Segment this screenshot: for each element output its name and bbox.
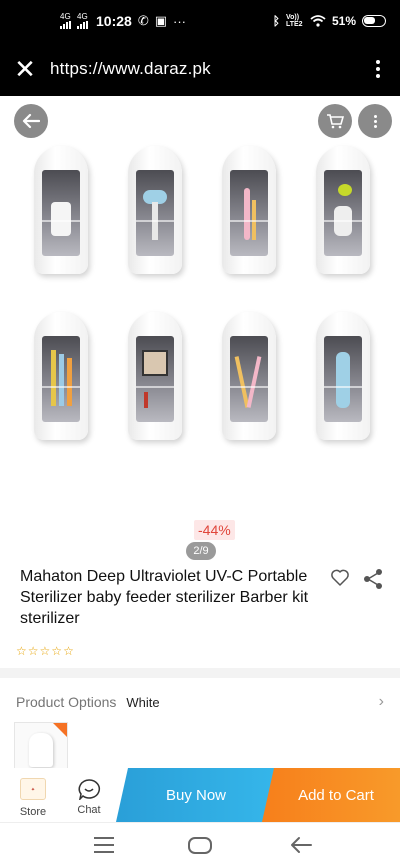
notification-icon: ▣ [154, 13, 168, 28]
chat-label: Chat [77, 804, 101, 816]
product-options-label: Product Options [16, 694, 117, 710]
bluetooth-icon: ᛒ [272, 14, 280, 28]
network-type-1: 4G [60, 12, 71, 21]
product-image-sterilizer-brushes [34, 312, 88, 440]
cart-button[interactable] [318, 104, 352, 138]
star-icon: ☆ [27, 644, 39, 658]
buy-now-button[interactable]: Buy Now [116, 768, 276, 822]
star-icon: ☆ [63, 644, 74, 658]
heart-icon[interactable] [330, 568, 350, 588]
wifi-icon [310, 15, 326, 27]
back-arrow-icon[interactable] [290, 835, 312, 855]
product-image-sterilizer-toothbrushes [222, 312, 276, 440]
store-logo: ✦ [20, 778, 46, 800]
chevron-right-icon: › [378, 693, 384, 710]
star-icon: ☆ [39, 644, 51, 658]
kebab-menu-icon[interactable] [356, 42, 400, 96]
product-image-gallery[interactable]: 2/9 [0, 96, 400, 560]
product-image-sterilizer-makeup [128, 312, 182, 440]
volte-indicator: Vo)) LTE2 [285, 14, 303, 28]
share-icon[interactable] [362, 568, 384, 590]
app-root: 4G 4G 10:28 ✆ ▣ ··· ᛒ Vo)) LTE2 51% ✕ ht… [0, 0, 400, 866]
cart-icon [327, 114, 344, 129]
add-to-cart-button[interactable]: Add to Cart [262, 768, 400, 822]
product-options-value: White [126, 694, 160, 710]
product-options-row[interactable]: Product Options White › [0, 684, 400, 720]
product-image-sterilizer-trimmer [316, 312, 370, 440]
close-icon[interactable]: ✕ [0, 42, 50, 96]
more-options-button[interactable] [358, 104, 392, 138]
product-image-sterilizer-spoons [316, 146, 370, 274]
battery-icon [362, 15, 386, 27]
home-icon[interactable] [188, 837, 212, 854]
status-bar: 4G 4G 10:28 ✆ ▣ ··· ᛒ Vo)) LTE2 51% [0, 0, 400, 42]
selected-corner-mark [53, 723, 67, 737]
signal-icon-1: 4G [60, 13, 71, 29]
gallery-page-indicator: 2/9 [186, 542, 216, 560]
battery-percent: 51% [331, 14, 356, 28]
recent-apps-icon[interactable] [94, 837, 114, 853]
star-icon: ☆ [16, 644, 27, 658]
system-navigation-bar [0, 822, 400, 866]
chat-icon [78, 779, 101, 800]
rating-stars: ☆ ☆ ☆ ☆ ☆ [16, 644, 74, 658]
star-icon: ☆ [51, 644, 63, 658]
store-label: Store [19, 806, 47, 818]
phone-call-icon: ✆ [137, 13, 149, 28]
store-button[interactable]: ✦ Store [6, 768, 60, 822]
clock: 10:28 [96, 13, 132, 29]
option-thumbnail-white[interactable] [14, 722, 68, 770]
product-image-sterilizer-toothbrush [222, 146, 276, 274]
back-button[interactable] [14, 104, 48, 138]
more-notifications-icon: ··· [173, 13, 187, 29]
product-image-sterilizer-feeder [128, 146, 182, 274]
discount-badge: -44% [194, 520, 235, 540]
browser-url-bar: ✕ https://www.daraz.pk [0, 42, 400, 96]
network-type-2: 4G [77, 12, 88, 21]
product-image-sterilizer-bottle [34, 146, 88, 274]
signal-icon-2: 4G [77, 13, 88, 29]
status-right: ᛒ Vo)) LTE2 51% [273, 14, 386, 28]
section-divider [0, 668, 400, 678]
url-text[interactable]: https://www.daraz.pk [50, 59, 211, 79]
chat-button[interactable]: Chat [64, 768, 114, 822]
bottom-action-bar: ✦ Store Chat Buy Now Add to Cart [0, 768, 400, 822]
product-title: Mahaton Deep Ultraviolet UV-C Portable S… [20, 568, 309, 627]
arrow-left-icon [22, 113, 40, 129]
status-left: 4G 4G 10:28 ✆ ▣ ··· [60, 13, 186, 29]
